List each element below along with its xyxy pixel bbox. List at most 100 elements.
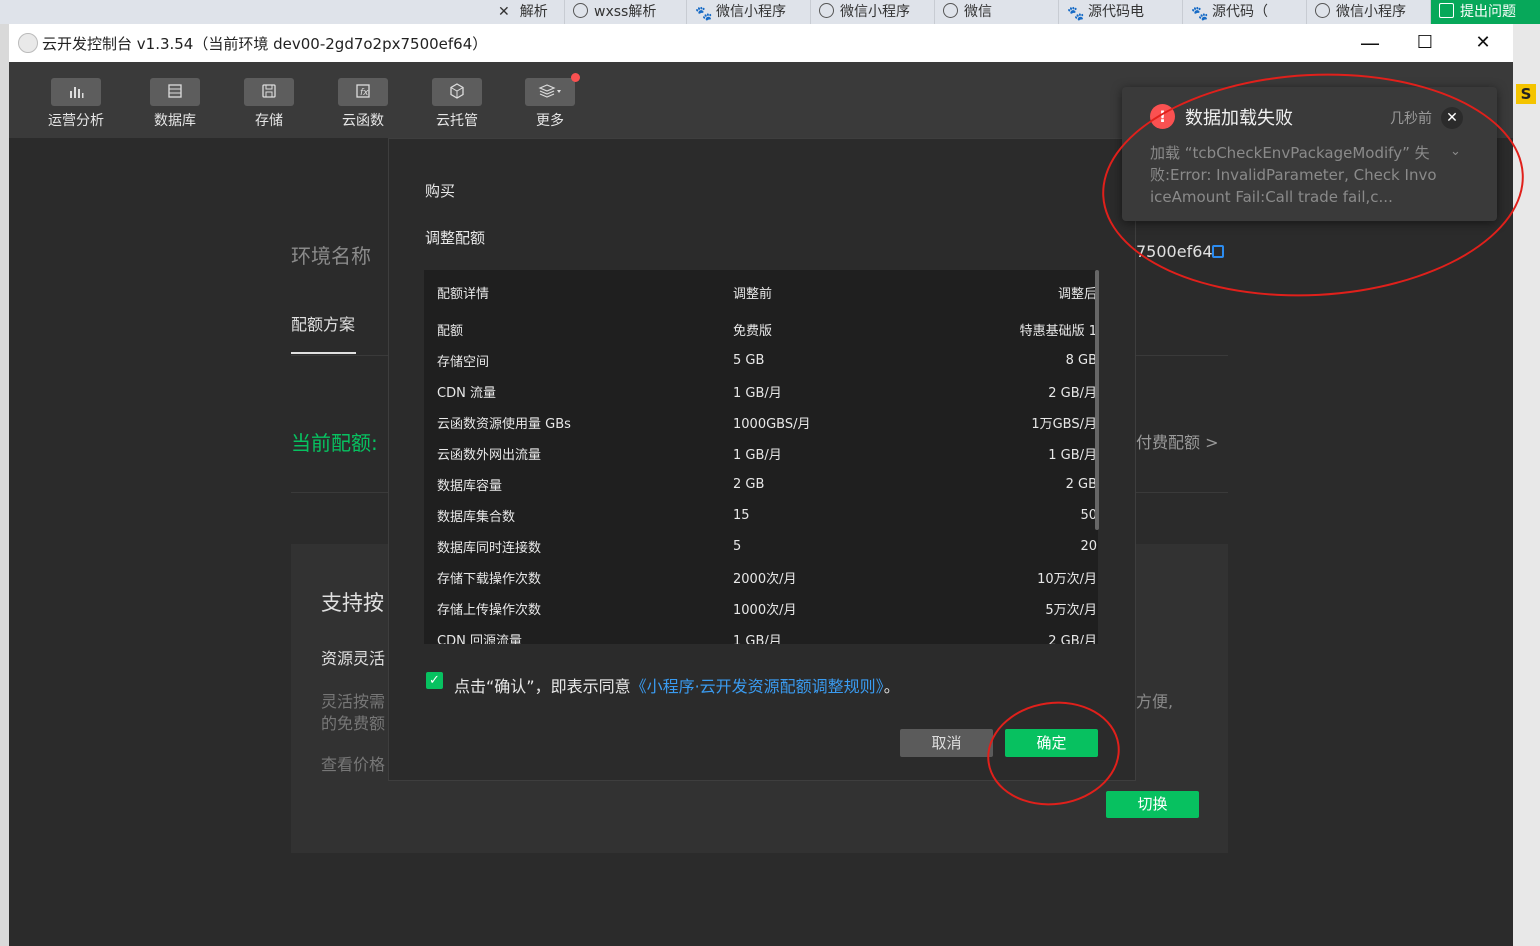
table-cell: 云函数外网出流量: [437, 448, 542, 463]
support-text-right: 方便,: [1136, 692, 1174, 711]
browser-tab[interactable]: wxss解析: [565, 0, 687, 24]
quota-table: 配额详情 调整前 调整后 配额 免费版 特惠基础版 1 存储空间 5 GB 8 GB C…: [424, 270, 1098, 644]
table-row: 数据库集合数 15 50: [437, 500, 1097, 531]
maximize-button[interactable]: ☐: [1405, 26, 1445, 60]
current-quota-label: 当前配额:: [291, 431, 378, 455]
browser-tab[interactable]: 微信小程序: [1307, 0, 1431, 24]
paw-icon: 🐾: [1191, 6, 1209, 22]
table-cell: 15: [733, 508, 750, 523]
toolbar-functions[interactable]: fx 云函数: [323, 78, 403, 130]
globe-icon: [1315, 3, 1330, 18]
minimize-button[interactable]: —: [1350, 26, 1390, 60]
close-icon[interactable]: ✕: [498, 4, 510, 20]
table-cell: 1 GB/月: [733, 448, 782, 463]
layers-icon: [525, 78, 575, 106]
table-row: CDN 回源流量 1 GB/月 2 GB/月: [437, 624, 1097, 644]
switch-button[interactable]: 切换: [1106, 791, 1199, 818]
toolbar-more[interactable]: 更多: [510, 78, 590, 130]
agree-text: 点击“确认”，即表示同意《小程序·云开发资源配额调整规则》。: [454, 677, 900, 696]
table-cell: 1 GB/月: [1048, 448, 1097, 463]
toolbar-database[interactable]: 数据库: [135, 78, 215, 130]
cloud-app-icon: [18, 33, 38, 53]
table-cell: 8 GB: [1065, 353, 1097, 368]
table-cell: 1000次/月: [733, 603, 797, 618]
desktop-left-edge: [0, 24, 9, 946]
env-name-label: 环境名称: [291, 244, 371, 268]
tab-active-underline: [291, 352, 356, 354]
flex-text: 灵活按需: [321, 692, 386, 711]
table-cell: 1 GB/月: [733, 634, 782, 644]
browser-tab[interactable]: 微信: [935, 0, 1059, 24]
table-cell: 2 GB: [1065, 477, 1097, 492]
table-cell: 50: [1080, 508, 1097, 523]
agree-checkbox[interactable]: ✓: [426, 672, 443, 689]
globe-icon: [943, 3, 958, 18]
chart-bars-icon: [51, 78, 101, 106]
table-cell: 数据库容量: [437, 479, 503, 494]
globe-icon: [573, 3, 588, 18]
cube-icon: [432, 78, 482, 106]
close-window-button[interactable]: ✕: [1463, 26, 1503, 60]
table-cell: 1万GBS/月: [1031, 417, 1097, 432]
table-cell: 2 GB/月: [1048, 386, 1097, 401]
table-cell: 2 GB/月: [1048, 634, 1097, 644]
table-cell: 5万次/月: [1045, 603, 1097, 618]
table-cell: 1000GBS/月: [733, 417, 811, 432]
table-row: 存储下载操作次数 2000次/月 10万次/月: [437, 562, 1097, 593]
window-title: 云开发控制台 v1.3.54（当前环境 dev00-2gd7o2px7500ef…: [42, 35, 488, 53]
table-cell: 存储上传操作次数: [437, 603, 542, 618]
resource-heading: 资源灵活: [321, 649, 386, 668]
paid-quota-link[interactable]: 付费配额 >: [1136, 429, 1219, 453]
table-cell: 10万次/月: [1037, 572, 1097, 587]
table-row: 数据库同时连接数 5 20: [437, 531, 1097, 562]
table-cell: 5: [733, 539, 742, 554]
table-cell: 数据库集合数: [437, 510, 516, 525]
table-header-row: 配额详情 调整前 调整后: [437, 270, 1097, 314]
paw-icon: 🐾: [1067, 6, 1085, 22]
table-row: 存储空间 5 GB 8 GB: [437, 345, 1097, 376]
browser-tab[interactable]: 🐾 微信小程序: [687, 0, 811, 24]
toolbar-analytics[interactable]: 运营分析: [36, 78, 116, 130]
table-row: 配额 免费版 特惠基础版 1: [437, 314, 1097, 345]
function-icon: fx: [338, 78, 388, 106]
toolbar-cloud-hosting[interactable]: 云托管: [417, 78, 497, 130]
table-cell: CDN 回源流量: [437, 634, 522, 644]
table-row: CDN 流量 1 GB/月 2 GB/月: [437, 376, 1097, 407]
table-cell: 存储空间: [437, 355, 490, 370]
quota-rules-link[interactable]: 《小程序·云开发资源配额调整规则》: [631, 677, 884, 696]
flex-text: 的免费额: [321, 714, 386, 733]
chevron-right-icon: >: [1205, 433, 1219, 452]
browser-tab[interactable]: 🐾 源代码电: [1059, 0, 1183, 24]
globe-icon: [819, 3, 834, 18]
table-row: 云函数资源使用量 GBs 1000GBS/月 1万GBS/月: [437, 407, 1097, 438]
table-header: 配额详情: [437, 286, 490, 302]
app-logo-icon: S: [1516, 84, 1536, 104]
table-cell: 特惠基础版 1: [1019, 324, 1097, 339]
notification-dot: [571, 73, 580, 82]
table-cell: 20: [1080, 539, 1097, 554]
support-title: 支持按: [321, 591, 384, 615]
table-row: 存储上传操作次数 1000次/月 5万次/月: [437, 593, 1097, 624]
table-header: 调整前: [733, 286, 773, 302]
browser-tab[interactable]: 微信小程序: [811, 0, 935, 24]
table-scrollbar[interactable]: [1095, 270, 1099, 530]
save-icon: [244, 78, 294, 106]
browser-tab[interactable]: 提出问题: [1431, 0, 1540, 24]
table-cell: 1 GB/月: [733, 386, 782, 401]
view-price-link[interactable]: 查看价格: [321, 751, 385, 775]
svg-text:fx: fx: [360, 88, 369, 98]
table-row: 数据库容量 2 GB 2 GB: [437, 469, 1097, 500]
table-cell: 数据库同时连接数: [437, 541, 542, 556]
table-cell: 5 GB: [733, 353, 765, 368]
browser-tab[interactable]: 🐾 源代码（: [1183, 0, 1307, 24]
table-cell: 云函数资源使用量 GBs: [437, 417, 571, 432]
cancel-button[interactable]: 取消: [900, 729, 993, 757]
table-header: 调整后: [1057, 286, 1097, 302]
app-icon: [1439, 3, 1454, 18]
buy-label: 购买: [425, 182, 456, 200]
toolbar-storage[interactable]: 存储: [229, 78, 309, 130]
browser-tab[interactable]: ✕ 解析: [490, 0, 565, 24]
table-cell: 存储下载操作次数: [437, 572, 542, 587]
tab-quota-plan[interactable]: 配额方案: [291, 311, 355, 335]
table-cell: 免费版: [733, 324, 773, 339]
